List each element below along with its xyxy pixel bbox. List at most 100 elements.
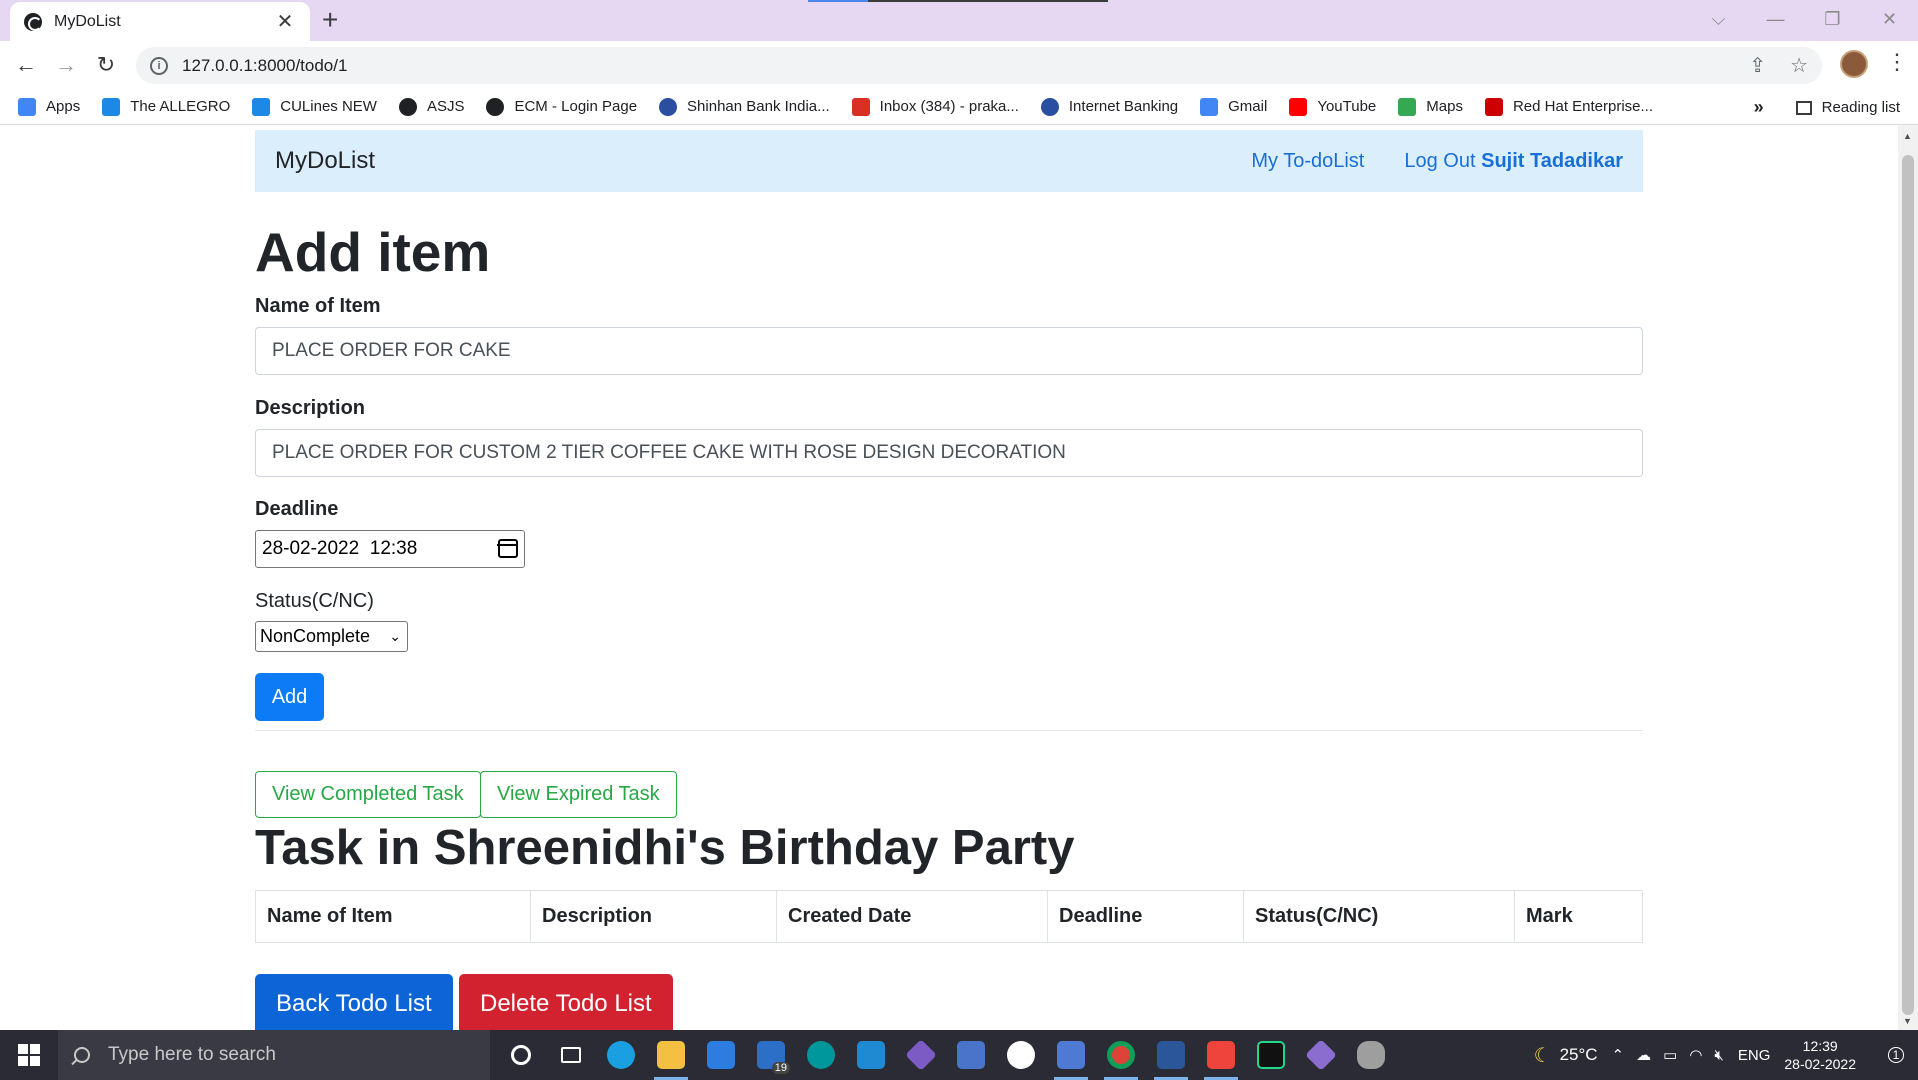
divider xyxy=(255,730,1643,731)
task-table: Name of Item Description Created Date De… xyxy=(255,890,1643,943)
minimize-button[interactable]: — xyxy=(1747,0,1804,41)
back-todo-list-button[interactable]: Back Todo List xyxy=(255,974,453,1030)
site-info-icon[interactable]: i xyxy=(150,56,168,75)
close-window-button[interactable]: ✕ xyxy=(1861,0,1918,41)
view-completed-button[interactable]: View Completed Task xyxy=(255,771,481,818)
reading-list-icon[interactable] xyxy=(1795,100,1812,115)
add-item-heading: Add item xyxy=(255,221,491,283)
task-view-icon[interactable] xyxy=(546,1030,596,1080)
cortana-icon[interactable] xyxy=(496,1030,546,1080)
status-select[interactable]: NonComplete ⌄ xyxy=(255,621,408,652)
word-icon[interactable] xyxy=(1146,1030,1196,1080)
col-created-date: Created Date xyxy=(776,890,1048,943)
database-icon[interactable] xyxy=(1346,1030,1396,1080)
windows-start-icon[interactable] xyxy=(0,1030,58,1080)
bookmark-label: Internet Banking xyxy=(1068,98,1179,115)
scroll-down-icon[interactable]: ▼ xyxy=(1903,1016,1912,1026)
mail-badge: 19 xyxy=(771,1062,790,1074)
url-text[interactable]: 127.0.0.1:8000/todo/1 xyxy=(182,56,347,76)
close-tab-icon[interactable]: ✕ xyxy=(274,9,296,34)
git-icon[interactable] xyxy=(896,1030,946,1080)
bookmark-label: Shinhan Bank India... xyxy=(687,98,830,115)
git-gui-icon[interactable] xyxy=(1296,1030,1346,1080)
store-icon[interactable] xyxy=(696,1030,746,1080)
show-hidden-icons[interactable]: ⌃ xyxy=(1612,1046,1625,1064)
profile-avatar[interactable] xyxy=(1840,50,1868,78)
logout-label[interactable]: Log Out xyxy=(1404,150,1475,172)
app-circle-icon[interactable] xyxy=(996,1030,1046,1080)
anydesk-icon[interactable] xyxy=(1196,1030,1246,1080)
username[interactable]: Sujit Tadadikar xyxy=(1481,150,1623,172)
col-description: Description xyxy=(530,890,777,943)
google-icon xyxy=(1200,97,1219,116)
menu-kebab-icon[interactable]: ⋮ xyxy=(1886,49,1908,75)
globe-icon xyxy=(24,12,42,31)
calendar-icon[interactable] xyxy=(497,539,518,558)
language-indicator[interactable]: ENG xyxy=(1738,1047,1771,1064)
col-mark: Mark xyxy=(1514,890,1643,943)
address-bar[interactable]: i 127.0.0.1:8000/todo/1 ⇪ ☆ xyxy=(136,47,1822,84)
brand-link[interactable]: MyDoList xyxy=(275,147,1211,175)
bookmark-label: The ALLEGRO xyxy=(130,98,231,115)
wifi-icon[interactable]: ◠ xyxy=(1689,1046,1702,1064)
clock[interactable]: 12:39 28-02-2022 xyxy=(1784,1037,1856,1073)
globe-icon xyxy=(486,97,505,116)
bookmark-item[interactable]: YouTube xyxy=(1289,97,1376,116)
bookmark-item[interactable]: Internet Banking xyxy=(1040,97,1179,116)
name-label: Name of Item xyxy=(255,295,381,317)
forward-arrow-icon[interactable]: → xyxy=(46,52,86,78)
scroll-up-icon[interactable]: ▲ xyxy=(1903,131,1912,141)
bookmark-item[interactable]: The ALLEGRO xyxy=(102,97,231,116)
temperature[interactable]: 25°C xyxy=(1560,1045,1598,1065)
deadline-input[interactable]: 28-02-2022 12:38 xyxy=(255,530,525,568)
bookmark-item[interactable]: Red Hat Enterprise... xyxy=(1484,97,1653,116)
reload-icon[interactable]: ↻ xyxy=(86,52,126,78)
pycharm-icon[interactable] xyxy=(1246,1030,1296,1080)
chrome-icon[interactable] xyxy=(1096,1030,1146,1080)
browser-tab-strip: MyDoList ✕ + ⌵ — ❐ ✕ xyxy=(0,0,1918,41)
bookmark-item[interactable]: Apps xyxy=(18,97,80,116)
description-input[interactable]: PLACE ORDER FOR CUSTOM 2 TIER COFFEE CAK… xyxy=(255,429,1643,477)
bookmark-item[interactable]: Inbox (384) - praka... xyxy=(851,97,1019,116)
site-navbar: MyDoList My To-doList Log Out Sujit Tada… xyxy=(255,130,1643,192)
add-button[interactable]: Add xyxy=(255,673,324,721)
bookmark-item[interactable]: CULines NEW xyxy=(252,97,377,116)
logout-link[interactable]: Log Out Sujit Tadadikar xyxy=(1404,150,1623,173)
file-explorer-icon[interactable] xyxy=(646,1030,696,1080)
notification-center-icon[interactable]: 1 xyxy=(1874,1030,1918,1080)
new-tab-button[interactable]: + xyxy=(322,4,338,36)
vscode-icon[interactable] xyxy=(846,1030,896,1080)
onedrive-icon[interactable]: ☁ xyxy=(1636,1046,1651,1064)
share-icon[interactable]: ⇪ xyxy=(1749,53,1766,78)
weather-icon[interactable]: ☾ xyxy=(1534,1043,1552,1068)
clock-date: 28-02-2022 xyxy=(1784,1056,1856,1072)
tab-title: MyDoList xyxy=(54,12,121,30)
edge-icon[interactable] xyxy=(596,1030,646,1080)
taskbar-search[interactable]: Type here to search xyxy=(58,1030,490,1080)
delete-todo-list-button[interactable]: Delete Todo List xyxy=(459,974,673,1030)
reading-list-button[interactable]: Reading list xyxy=(1822,99,1900,116)
back-arrow-icon[interactable]: ← xyxy=(6,52,46,78)
browser-tab[interactable]: MyDoList ✕ xyxy=(10,2,310,41)
my-todolist-link[interactable]: My To-doList xyxy=(1251,150,1364,173)
arduino-icon[interactable] xyxy=(796,1030,846,1080)
bookmark-item[interactable]: ASJS xyxy=(398,97,464,116)
taskbar-apps: 19 xyxy=(496,1030,1396,1080)
snipping-tool-icon[interactable] xyxy=(1046,1030,1096,1080)
bookmark-item[interactable]: Maps xyxy=(1398,97,1463,116)
more-bookmarks-icon[interactable]: » xyxy=(1754,97,1764,118)
bookmark-item[interactable]: ECM - Login Page xyxy=(486,97,637,116)
scrollbar-thumb[interactable] xyxy=(1902,155,1914,1015)
page-scrollbar[interactable]: ▲ ▼ xyxy=(1898,125,1918,1030)
restore-button[interactable]: ❐ xyxy=(1804,0,1861,41)
bookmark-item[interactable]: Gmail xyxy=(1200,97,1267,116)
battery-icon[interactable]: ▭ xyxy=(1663,1046,1677,1064)
item-name-input[interactable]: PLACE ORDER FOR CAKE xyxy=(255,327,1643,375)
bookmark-item[interactable]: Shinhan Bank India... xyxy=(659,97,830,116)
mail-icon[interactable]: 19 xyxy=(746,1030,796,1080)
view-expired-button[interactable]: View Expired Task xyxy=(480,771,677,818)
tab-search-icon[interactable]: ⌵ xyxy=(1690,0,1747,41)
paint-icon[interactable] xyxy=(946,1030,996,1080)
bookmark-star-icon[interactable]: ☆ xyxy=(1790,53,1808,78)
volume-icon[interactable]: 🔇︎ xyxy=(1714,1047,1723,1064)
